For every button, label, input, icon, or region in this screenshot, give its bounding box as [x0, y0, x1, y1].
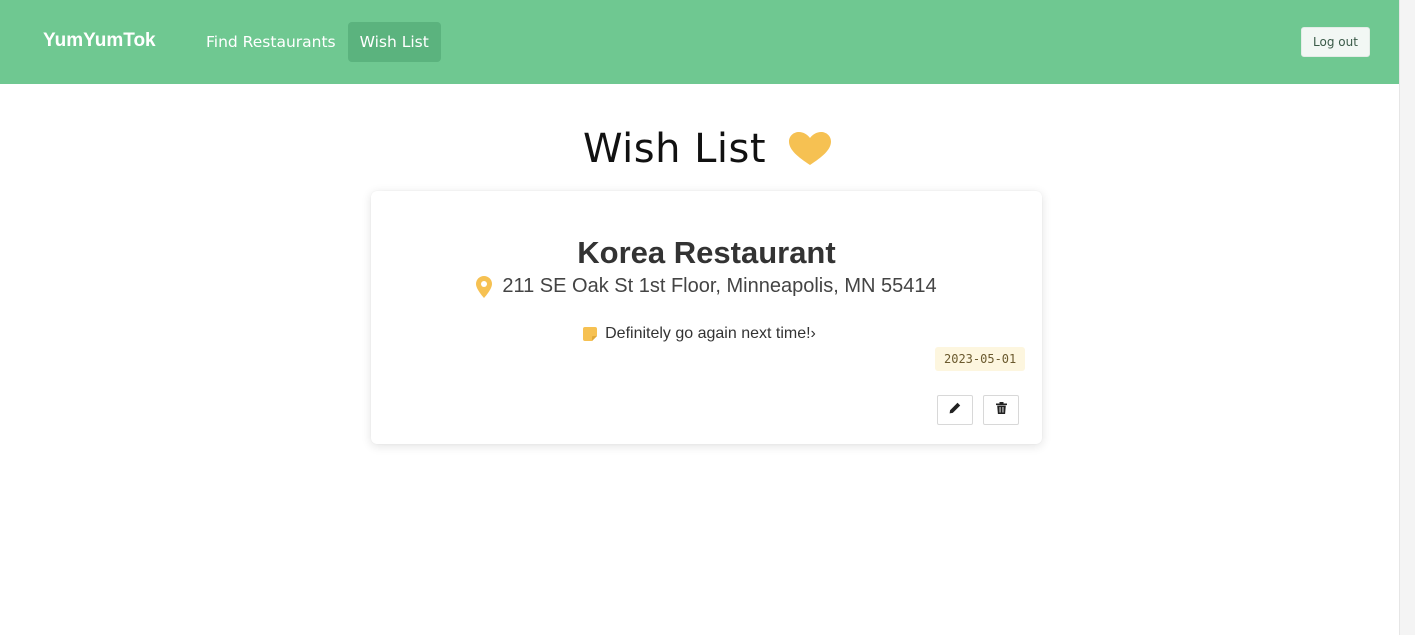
trash-icon: [995, 401, 1007, 419]
navbar: YumYumTok Find Restaurants Wish List Log…: [0, 0, 1399, 84]
nav-links: Find Restaurants Wish List: [194, 22, 441, 62]
nav-link-wish-list[interactable]: Wish List: [347, 22, 441, 62]
memo-row: Definitely go again next time!›: [371, 325, 1042, 343]
map-pin-icon: [476, 275, 493, 298]
memo-text[interactable]: Definitely go again next time!›: [605, 325, 816, 343]
page: YumYumTok Find Restaurants Wish List Log…: [0, 0, 1399, 635]
delete-button[interactable]: [983, 395, 1019, 425]
restaurant-address: 211 SE Oak St 1st Floor, Minneapolis, MN…: [502, 275, 937, 297]
heart-icon: [788, 131, 832, 167]
sticky-note-icon: [583, 327, 598, 341]
restaurant-card: Korea Restaurant 211 SE Oak St 1st Floor…: [371, 191, 1042, 444]
page-title-row: Wish List: [0, 126, 1415, 172]
edit-button[interactable]: [937, 395, 973, 425]
pencil-icon: [949, 401, 961, 419]
date-badge: 2023-05-01: [935, 347, 1026, 371]
logout-button[interactable]: Log out: [1301, 27, 1370, 57]
address-row: 211 SE Oak St 1st Floor, Minneapolis, MN…: [371, 275, 1042, 298]
restaurant-name: Korea Restaurant: [577, 235, 836, 270]
scrollbar[interactable]: [1399, 0, 1415, 635]
brand-logo[interactable]: YumYumTok: [43, 30, 156, 52]
nav-link-find-restaurants[interactable]: Find Restaurants: [194, 22, 348, 62]
page-title: Wish List: [582, 126, 767, 172]
